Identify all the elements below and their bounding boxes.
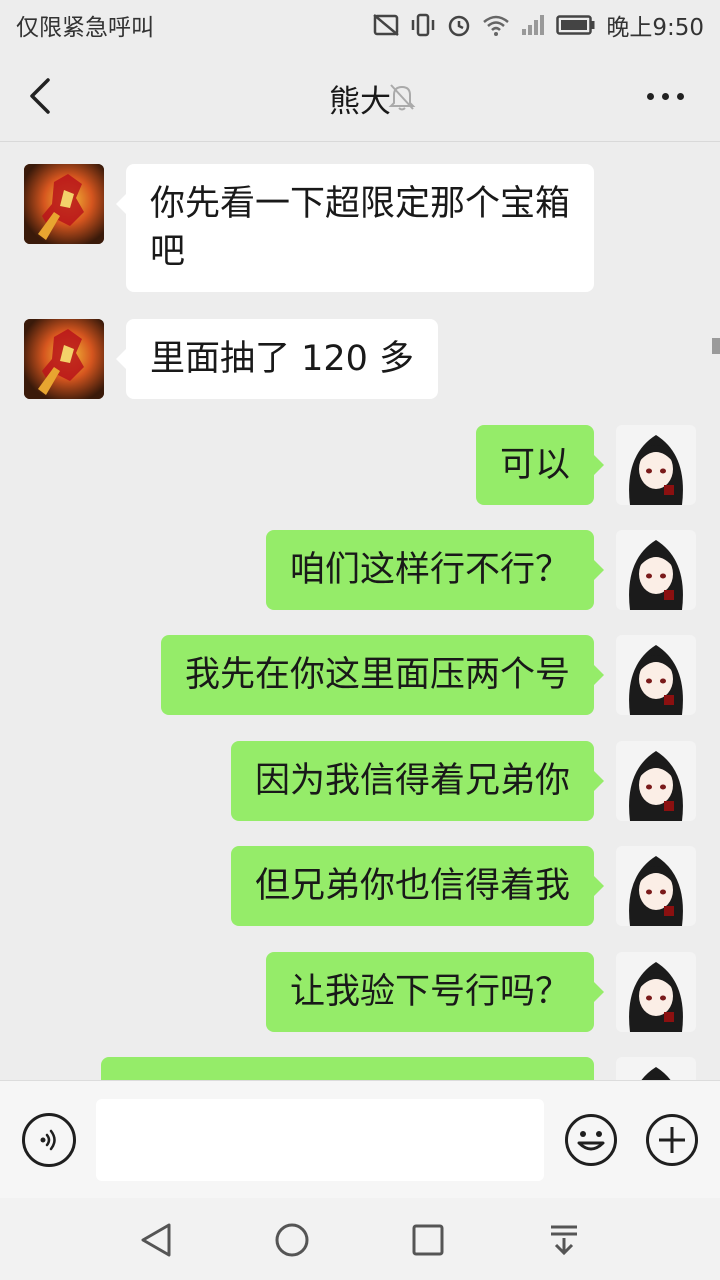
nav-back-button[interactable]: [136, 1220, 176, 1260]
voice-button[interactable]: [22, 1113, 76, 1167]
message-bubble-outgoing[interactable]: 让我验下号行吗？: [265, 952, 605, 1032]
user-avatar[interactable]: [616, 530, 696, 610]
emoji-icon: [565, 1114, 617, 1166]
message-bubble-outgoing[interactable]: 但兄弟你也信得着我: [230, 846, 605, 926]
nav-home-button[interactable]: [272, 1220, 312, 1260]
back-triangle-icon: [141, 1223, 171, 1257]
message-bubble-outgoing[interactable]: 咱们这样行不行？: [265, 530, 605, 610]
system-nav-bar: [0, 1198, 720, 1280]
user-avatar[interactable]: [616, 846, 696, 926]
status-bar: 仅限紧急呼叫 晚上9:50: [0, 0, 720, 50]
message-bubble-incoming[interactable]: 里面抽了 120 多: [115, 319, 439, 399]
carrier-status: 仅限紧急呼叫: [16, 15, 154, 41]
user-avatar[interactable]: [616, 635, 696, 715]
chat-header: 熊大: [0, 50, 720, 142]
scrollbar-thumb[interactable]: [712, 338, 720, 354]
message-bubble-outgoing-partial[interactable]: [101, 1057, 594, 1080]
nav-recents-button[interactable]: [408, 1220, 448, 1260]
message-list[interactable]: 你先看一下超限定那个宝箱 吧 里面抽了 120 多 可以 咱们这样行不行？ 我先…: [0, 143, 720, 1080]
contact-avatar[interactable]: [24, 164, 104, 244]
home-circle-icon: [275, 1223, 309, 1257]
recents-square-icon: [412, 1224, 444, 1256]
nav-notification-button[interactable]: [544, 1220, 584, 1260]
emoji-button[interactable]: [564, 1113, 618, 1167]
sim-off-icon: [372, 12, 400, 38]
user-avatar[interactable]: [616, 952, 696, 1032]
more-button[interactable]: [640, 80, 690, 112]
user-avatar[interactable]: [616, 1057, 696, 1080]
message-bubble-incoming[interactable]: 你先看一下超限定那个宝箱 吧: [115, 164, 595, 292]
message-input[interactable]: [96, 1099, 544, 1181]
battery-icon: [556, 12, 596, 38]
status-time: 晚上9:50: [606, 15, 704, 41]
voice-icon: [40, 1129, 56, 1151]
more-icon-dot: [646, 92, 654, 100]
message-bubble-outgoing[interactable]: 可以: [475, 425, 605, 505]
notification-down-icon: [551, 1225, 577, 1256]
alarm-icon: [446, 12, 472, 38]
more-functions-button[interactable]: [645, 1113, 699, 1167]
bell-off-icon: [388, 84, 416, 111]
message-bubble-outgoing[interactable]: 我先在你这里面压两个号: [160, 635, 605, 715]
more-icon-dot: [661, 92, 669, 100]
signal-icon: [520, 12, 546, 38]
user-avatar[interactable]: [616, 741, 696, 821]
plus-icon: [646, 1114, 698, 1166]
contact-avatar[interactable]: [24, 319, 104, 399]
status-icons: 晚上9:50: [372, 8, 704, 42]
user-avatar[interactable]: [616, 425, 696, 505]
chat-title[interactable]: 熊大: [0, 76, 720, 121]
message-bubble-outgoing[interactable]: 因为我信得着兄弟你: [230, 741, 605, 821]
chat-input-bar: [0, 1080, 720, 1198]
wifi-icon: [482, 12, 510, 38]
vibrate-icon: [410, 12, 436, 38]
more-icon-dot: [676, 92, 684, 100]
